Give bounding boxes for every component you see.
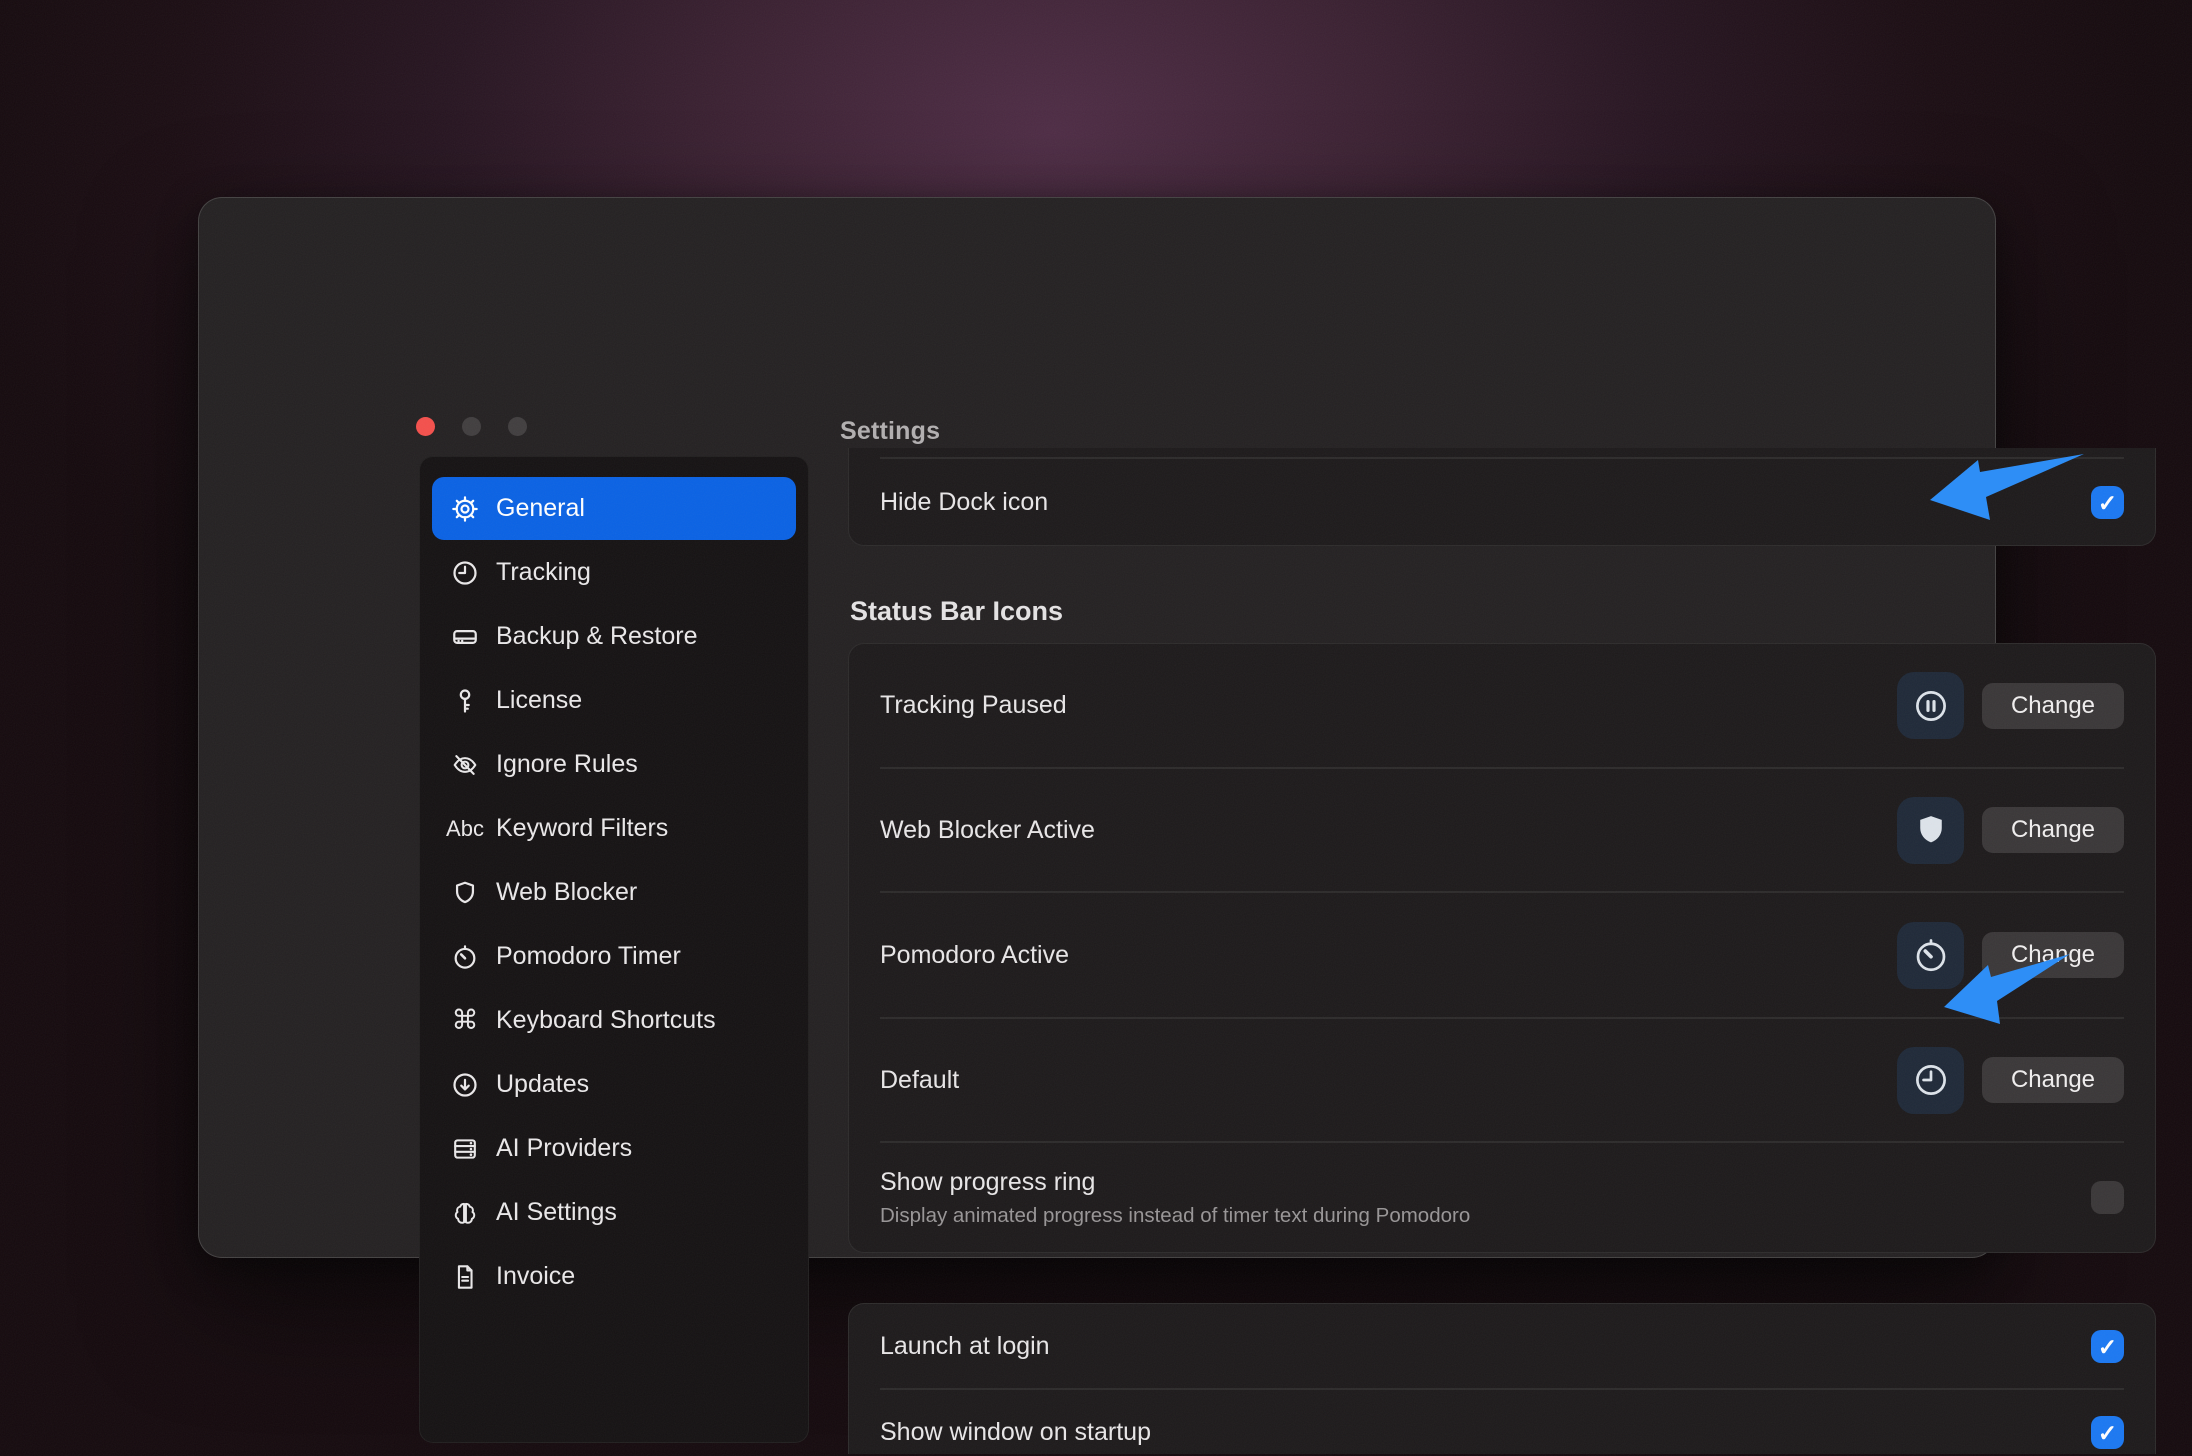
- drive-icon: [451, 623, 479, 651]
- show-window-on-startup-row: Show window on startup: [849, 1390, 2155, 1454]
- settings-scroll-area: Hide Dock icon Tracking Paused Change: [848, 448, 2156, 1454]
- command-icon: ⌘: [451, 1007, 479, 1035]
- launch-at-login-label: Launch at login: [880, 1332, 2091, 1361]
- sidebar-item-general[interactable]: General: [432, 477, 796, 540]
- command-icon-text: ⌘: [452, 1007, 479, 1034]
- show-progress-ring-description: Display animated progress instead of tim…: [880, 1204, 2091, 1228]
- tracking-paused-label: Tracking Paused: [880, 691, 1897, 720]
- sidebar-item-backup-restore[interactable]: Backup & Restore: [432, 605, 796, 668]
- clock-icon: [451, 559, 479, 587]
- change-default-icon-button[interactable]: Change: [1982, 1057, 2124, 1103]
- sidebar-item-label: Updates: [496, 1070, 589, 1099]
- key-icon: [451, 687, 479, 715]
- hide-dock-icon-checkbox[interactable]: [2091, 486, 2124, 519]
- startup-settings-card: Launch at login Show window on startup: [848, 1303, 2156, 1454]
- sidebar-item-updates[interactable]: Updates: [432, 1053, 796, 1116]
- shield-filled-icon: [1897, 797, 1964, 864]
- sidebar-item-label: Ignore Rules: [496, 750, 638, 779]
- change-tracking-paused-icon-button[interactable]: Change: [1982, 683, 2124, 729]
- brain-icon: [451, 1199, 479, 1227]
- sidebar-item-label: Web Blocker: [496, 878, 637, 907]
- show-progress-ring-texts: Show progress ring Display animated prog…: [880, 1168, 2091, 1228]
- pomodoro-active-label: Pomodoro Active: [880, 941, 1897, 970]
- show-window-on-startup-label: Show window on startup: [880, 1418, 2091, 1447]
- status-bar-icons-card: Tracking Paused Change Web Blocker Activ…: [848, 643, 2156, 1253]
- show-progress-ring-checkbox[interactable]: [2091, 1181, 2124, 1214]
- hide-dock-icon-label: Hide Dock icon: [880, 488, 2091, 517]
- web-blocker-active-row: Web Blocker Active Change: [849, 769, 2155, 891]
- gear-icon: [451, 495, 479, 523]
- sidebar-item-label: AI Providers: [496, 1134, 632, 1163]
- sidebar-item-label: License: [496, 686, 582, 715]
- sidebar-item-keyboard-shortcuts[interactable]: ⌘ Keyboard Shortcuts: [432, 989, 796, 1052]
- desktop-background: Settings General Tracking: [0, 0, 2192, 1456]
- default-icon-label: Default: [880, 1066, 1897, 1095]
- servers-icon: [451, 1135, 479, 1163]
- minimize-window-button[interactable]: [462, 417, 481, 436]
- sidebar-item-ai-settings[interactable]: AI Settings: [432, 1181, 796, 1244]
- abc-icon: Abc: [451, 815, 479, 843]
- change-web-blocker-icon-button[interactable]: Change: [1982, 807, 2124, 853]
- sidebar-item-invoice[interactable]: Invoice: [432, 1245, 796, 1308]
- settings-sidebar: General Tracking Backup & Restore: [419, 456, 809, 1443]
- annotation-arrow-change-button: [1930, 453, 2086, 522]
- show-progress-ring-row: Show progress ring Display animated prog…: [849, 1141, 2155, 1254]
- default-icon-row: Default Change: [849, 1019, 2155, 1141]
- sidebar-item-label: Backup & Restore: [496, 622, 698, 651]
- eye-off-icon: [451, 751, 479, 779]
- sidebar-item-label: Tracking: [496, 558, 591, 587]
- shield-icon: [451, 879, 479, 907]
- download-circle-icon: [451, 1071, 479, 1099]
- sidebar-item-label: Invoice: [496, 1262, 575, 1291]
- show-progress-ring-label: Show progress ring: [880, 1168, 2091, 1197]
- abc-icon-text: Abc: [446, 818, 484, 840]
- sidebar-item-label: General: [496, 494, 585, 523]
- tracking-paused-row: Tracking Paused Change: [849, 644, 2155, 767]
- sidebar-item-label: Pomodoro Timer: [496, 942, 681, 971]
- timer-icon: [451, 943, 479, 971]
- zoom-window-button[interactable]: [508, 417, 527, 436]
- document-icon: [451, 1263, 479, 1291]
- launch-at-login-checkbox[interactable]: [2091, 1330, 2124, 1363]
- sidebar-item-pomodoro-timer[interactable]: Pomodoro Timer: [432, 925, 796, 988]
- annotation-arrow-progress-ring-checkbox: [1944, 953, 2072, 1026]
- close-window-button[interactable]: [416, 417, 435, 436]
- sidebar-item-ai-providers[interactable]: AI Providers: [432, 1117, 796, 1180]
- circle-pause-icon: [1897, 672, 1964, 739]
- sidebar-item-license[interactable]: License: [432, 669, 796, 732]
- sidebar-item-label: Keyboard Shortcuts: [496, 1006, 716, 1035]
- sidebar-item-label: Keyword Filters: [496, 814, 668, 843]
- sidebar-item-ignore-rules[interactable]: Ignore Rules: [432, 733, 796, 796]
- show-window-on-startup-checkbox[interactable]: [2091, 1416, 2124, 1449]
- launch-at-login-row: Launch at login: [849, 1304, 2155, 1388]
- sidebar-item-web-blocker[interactable]: Web Blocker: [432, 861, 796, 924]
- window-title: Settings: [840, 417, 940, 446]
- settings-window: Settings General Tracking: [198, 197, 1996, 1258]
- sidebar-item-label: AI Settings: [496, 1198, 617, 1227]
- sidebar-item-tracking[interactable]: Tracking: [432, 541, 796, 604]
- clock-icon: [1897, 1047, 1964, 1114]
- sidebar-item-keyword-filters[interactable]: Abc Keyword Filters: [432, 797, 796, 860]
- web-blocker-active-label: Web Blocker Active: [880, 816, 1897, 845]
